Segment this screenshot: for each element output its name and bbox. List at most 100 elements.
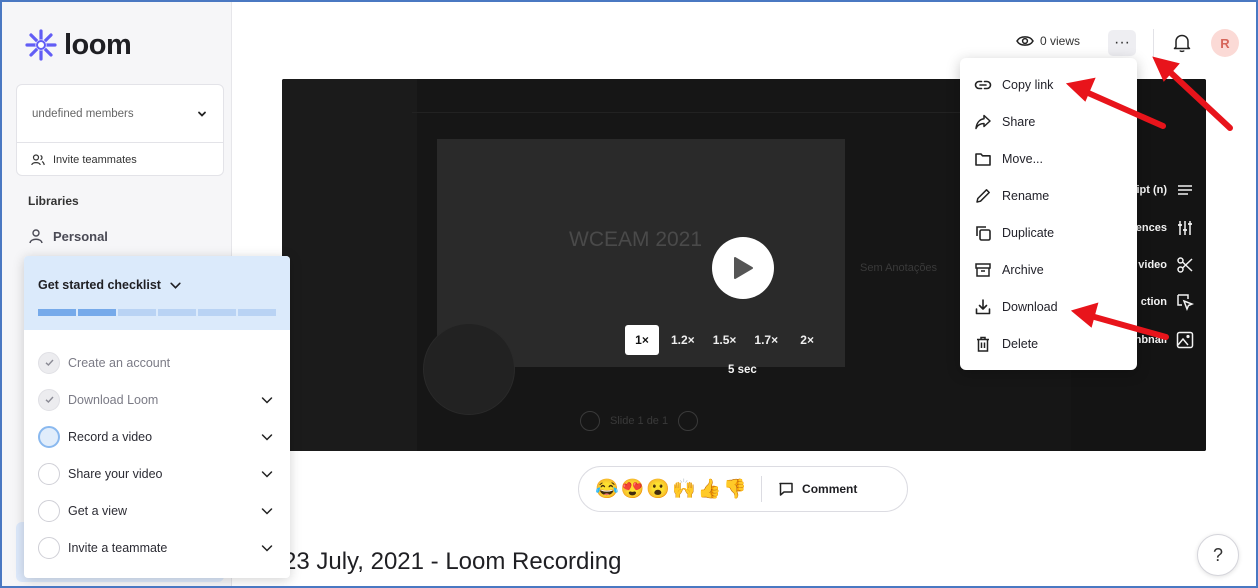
speed-option-2x[interactable]: 2× <box>790 325 824 355</box>
comment-button[interactable]: Comment <box>778 481 857 497</box>
menu-item-delete[interactable]: Delete <box>960 325 1137 362</box>
speed-option-1x[interactable]: 1× <box>625 325 659 355</box>
speed-option-1-5x[interactable]: 1.5× <box>707 325 743 355</box>
checklist-title: Get started checklist <box>38 278 161 292</box>
bell-icon[interactable] <box>1171 32 1193 54</box>
reaction-thumbs-down[interactable]: 👎 <box>723 480 747 499</box>
menu-item-move[interactable]: Move... <box>960 140 1137 177</box>
menu-item-label: Copy link <box>1002 77 1054 92</box>
speed-option-1-7x[interactable]: 1.7× <box>748 325 784 355</box>
menu-item-rename[interactable]: Rename <box>960 177 1137 214</box>
progress-segment <box>198 309 236 316</box>
side-action-label: ction <box>1140 296 1167 308</box>
comment-label: Comment <box>802 482 858 496</box>
menu-item-label: Move... <box>1002 151 1043 166</box>
checklist-item-record-video[interactable]: Record a video <box>24 418 290 455</box>
checklist-item-share-video[interactable]: Share your video <box>24 455 290 492</box>
views-label: 0 views <box>1040 34 1081 48</box>
users-icon <box>31 153 45 165</box>
libraries-heading: Libraries <box>28 194 79 208</box>
reaction-heart-eyes[interactable]: 😍 <box>621 480 645 499</box>
progress-segment <box>158 309 196 316</box>
side-action-label: nbnail <box>1134 334 1167 346</box>
sidebar-item-personal[interactable]: Personal <box>28 228 108 244</box>
chevron-down-icon[interactable] <box>260 467 274 481</box>
reaction-thumbs-up[interactable]: 👍 <box>698 480 722 499</box>
chevron-down-icon[interactable] <box>260 541 274 555</box>
checklist-item-invite-teammate[interactable]: Invite a teammate <box>24 529 290 566</box>
slide-counter: Slide 1 de 1 <box>610 415 669 427</box>
menu-item-share[interactable]: Share <box>960 103 1137 140</box>
slide-text: WCEAM 2021 <box>569 228 703 251</box>
progress-segment <box>118 309 156 316</box>
video-recorded-toolbar <box>282 79 417 451</box>
menu-item-label: Rename <box>1002 188 1050 203</box>
views-counter[interactable]: 0 views <box>1016 34 1080 48</box>
playback-speed-options: 1× 1.2× 1.5× 1.7× 2× <box>625 325 824 355</box>
checklist-item-label: Get a view <box>68 503 128 518</box>
thumbnail-action[interactable]: nbnail <box>1135 331 1194 349</box>
arrow-head <box>1152 56 1180 82</box>
more-options-button[interactable]: ··· <box>1108 30 1136 56</box>
speed-option-1-2x[interactable]: 1.2× <box>665 325 701 355</box>
transcript-action[interactable]: ipt (n) <box>1136 181 1194 199</box>
sliders-icon <box>1178 221 1192 235</box>
chevron-down-icon[interactable] <box>260 430 274 444</box>
camera-bubble <box>423 323 515 415</box>
duplicate-icon <box>976 225 991 241</box>
checklist-item-label: Create an account <box>68 355 171 370</box>
side-action-label: ipt (n) <box>1136 184 1167 196</box>
check-icon <box>38 351 60 374</box>
menu-item-copy-link[interactable]: Copy link <box>960 66 1137 103</box>
check-icon <box>38 388 60 411</box>
trash-icon <box>977 336 989 352</box>
link-icon <box>974 80 992 89</box>
slide-navigation: Slide 1 de 1 <box>580 411 699 431</box>
play-button[interactable] <box>712 237 774 299</box>
menu-item-label: Download <box>1002 299 1058 314</box>
menu-item-archive[interactable]: Archive <box>960 251 1137 288</box>
preferences-action[interactable]: ences <box>1136 219 1194 237</box>
invite-teammates-button[interactable]: Invite teammates <box>17 143 223 176</box>
empty-circle-icon <box>38 462 60 485</box>
sidebar-item-label: Personal <box>53 228 108 244</box>
checklist-item-download-loom[interactable]: Download Loom <box>24 381 290 418</box>
scissors-icon <box>1177 257 1193 273</box>
reaction-raised-hands[interactable]: 🙌 <box>672 480 696 499</box>
checklist-item-create-account[interactable]: Create an account <box>24 344 290 381</box>
checklist-item-label: Download Loom <box>68 392 159 407</box>
workspace-label: undefined members <box>32 107 134 120</box>
menu-item-duplicate[interactable]: Duplicate <box>960 214 1137 251</box>
help-button[interactable]: ? <box>1197 534 1239 576</box>
loom-burst-icon <box>25 29 57 61</box>
side-action-label: video <box>1138 259 1167 271</box>
reaction-wow[interactable]: 😮 <box>646 480 670 499</box>
menu-item-label: Delete <box>1002 336 1039 351</box>
progress-segment <box>78 309 116 316</box>
video-options-menu: Copy link Share Move... Rename Duplicate… <box>960 58 1137 370</box>
checklist-item-get-view[interactable]: Get a view <box>24 492 290 529</box>
workspace-selector[interactable]: undefined members <box>17 85 223 143</box>
checklist-items: Create an account Download Loom Record a… <box>24 330 290 566</box>
checklist-header[interactable]: Get started checklist <box>24 256 290 330</box>
download-icon <box>975 298 991 314</box>
menu-item-download[interactable]: Download <box>960 288 1137 325</box>
image-icon <box>1176 331 1194 349</box>
checklist-item-label: Invite a teammate <box>68 540 168 555</box>
avatar[interactable]: R <box>1211 29 1239 57</box>
page-title: 23 July, 2021 - Loom Recording <box>283 548 622 575</box>
eye-icon <box>1016 36 1034 46</box>
chevron-down-icon[interactable] <box>260 393 274 407</box>
trim-video-action[interactable]: video <box>1138 256 1194 274</box>
reaction-laugh[interactable]: 😂 <box>595 480 619 499</box>
call-to-action-action[interactable]: ction <box>1141 293 1194 311</box>
get-started-checklist: Get started checklist Create an account … <box>24 256 290 578</box>
menu-item-label: Duplicate <box>1002 225 1055 240</box>
loom-logo[interactable]: loom <box>24 28 132 62</box>
checklist-progress-bar <box>38 309 276 316</box>
menu-item-label: Share <box>1002 114 1036 129</box>
empty-circle-icon <box>38 536 60 559</box>
chevron-down-icon[interactable] <box>260 504 274 518</box>
topbar-divider <box>1153 29 1154 59</box>
archive-icon <box>975 262 991 277</box>
